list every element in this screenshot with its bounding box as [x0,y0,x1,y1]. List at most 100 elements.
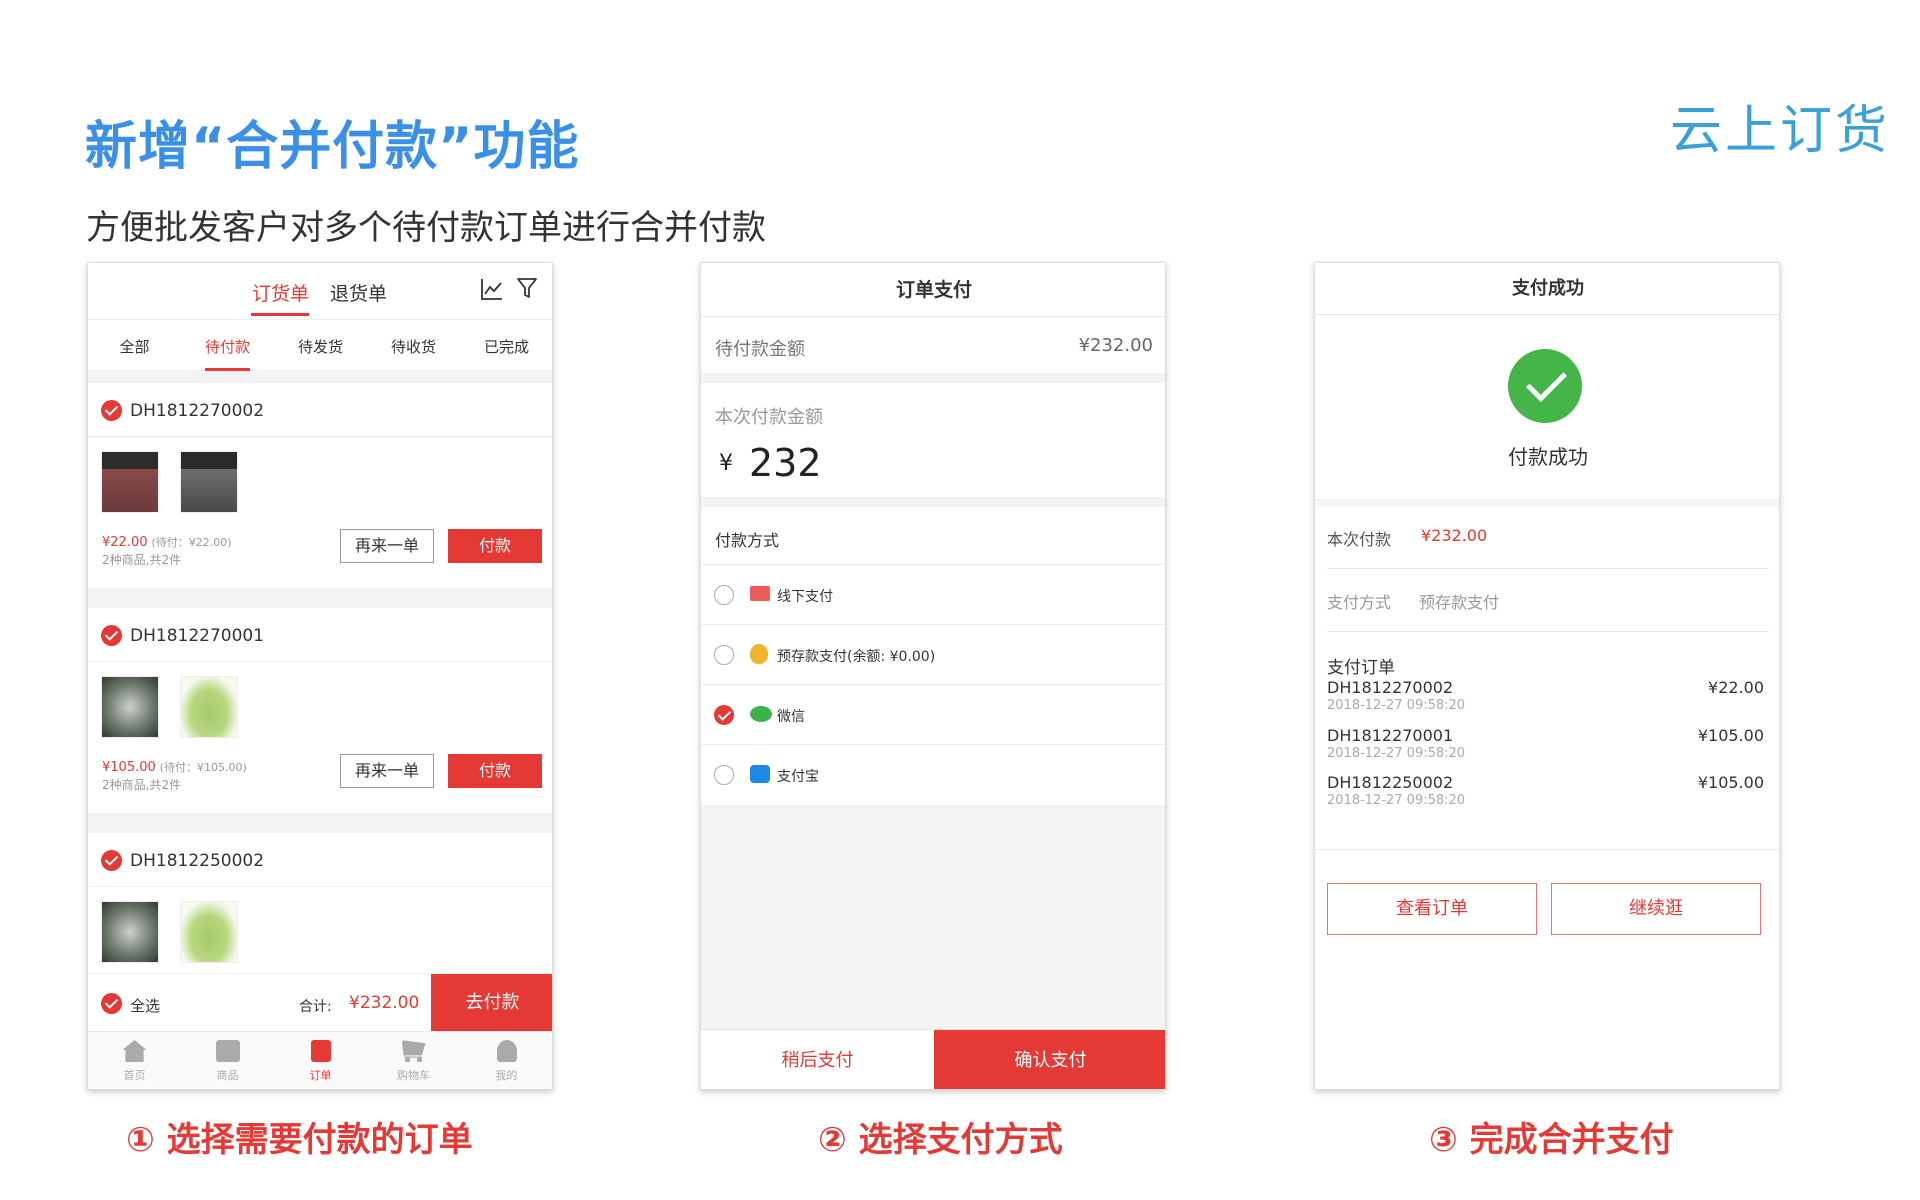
payment-option-offline[interactable]: 线下支付 [701,565,1165,625]
product-thumbnail[interactable] [180,901,238,963]
user-icon [496,1040,517,1062]
order-list-icon [310,1040,331,1062]
success-message: 付款成功 [1508,445,1588,469]
paid-order-number: DH1812270002 [1327,678,1454,697]
total-amount: ¥232.00 [349,993,420,1013]
pay-button[interactable]: 付款 [448,754,542,788]
payment-option-label: 预存款支付(余额: ¥0.00) [777,649,936,665]
pay-later-button[interactable]: 稍后支付 [701,1030,934,1089]
order-card: DH1812250002 [88,833,552,973]
payment-option-alipay[interactable]: 支付宝 [701,745,1165,805]
card-icon [750,586,770,601]
select-all-label[interactable]: 全选 [130,995,160,1016]
paid-order-time: 2018-12-27 09:58:20 [1327,746,1466,761]
status-tab-completed[interactable]: 已完成 [460,336,552,357]
tab-return-orders[interactable]: 退货单 [330,279,387,306]
radio-offline[interactable] [714,585,734,605]
product-thumbnail[interactable] [180,451,238,513]
status-tab-pending-payment[interactable]: 待付款 [181,336,274,357]
money-bag-icon [750,644,768,664]
product-thumbnail[interactable] [101,451,159,513]
pending-amount-label: 待付款金额 [715,339,805,360]
radio-alipay[interactable] [714,765,734,785]
radio-deposit[interactable] [714,645,734,665]
order-card: DH1812270002 ¥22.00 (待付：¥22.00) 2种商品,共2件 … [88,383,552,588]
tab-purchase-orders[interactable]: 订货单 [252,279,309,306]
bag-icon [215,1040,240,1062]
order-card: DH1812270001 ¥105.00 (待付：¥105.00) 2种商品,共2… [88,608,552,813]
order-price: ¥22.00 [102,535,148,550]
chart-icon[interactable] [480,277,504,301]
paid-orders-label: 支付订单 [1327,658,1395,678]
page-title: 新增“合并付款”功能 [85,117,580,177]
product-thumbnail[interactable] [180,676,238,738]
currency-symbol: ¥ [719,451,733,476]
order-payment-screen: 订单支付 待付款金额 ¥232.00 本次付款金额 ¥ 232 付款方式 线下支… [700,262,1166,1090]
page-subtitle: 方便批发客户对多个待付款订单进行合并付款 [86,208,766,248]
order-checkbox[interactable] [101,625,122,646]
order-header: DH1812270002 [88,383,552,437]
row-divider [1327,631,1769,632]
checkout-bar: 全选 合计: ¥232.00 去付款 [88,973,552,1032]
pay-method-value: 预存款支付 [1419,593,1500,612]
section-divider [1315,849,1779,850]
order-item-count: 2种商品,共2件 [102,778,182,792]
cart-icon [401,1040,426,1062]
order-type-tabs: 订货单 退货单 [88,263,552,319]
reorder-button[interactable]: 再来一单 [340,529,434,563]
brand-logo: 云上订货 [1670,101,1891,161]
paid-order-amount: ¥105.00 [1697,726,1764,745]
payment-amount-input[interactable]: 232 [749,441,822,485]
product-thumbnail[interactable] [101,901,159,963]
screen-title: 订单支付 [701,263,1165,317]
status-tab-pending-receipt[interactable]: 待收货 [367,336,460,357]
filter-icon[interactable] [516,277,538,299]
paid-order-number: DH1812270001 [1327,726,1454,745]
row-divider [1327,568,1769,569]
go-pay-button[interactable]: 去付款 [431,974,552,1032]
order-pending-amount: (待付：¥22.00) [151,536,232,549]
payment-success-screen: 支付成功 付款成功 本次付款 ¥232.00 支付方式 预存款支付 支付订单 D… [1314,262,1780,1090]
nav-products[interactable]: 商品 [181,1032,274,1089]
paid-order-time: 2018-12-27 09:58:20 [1327,793,1466,808]
active-tab-underline [251,313,309,316]
order-header: DH1812270001 [88,608,552,662]
alipay-icon [750,765,770,783]
continue-shopping-button[interactable]: 继续逛 [1551,883,1761,935]
order-checkbox[interactable] [101,850,122,871]
order-item-count: 2种商品,共2件 [102,553,182,567]
status-tab-all[interactable]: 全部 [88,336,181,357]
nav-home[interactable]: 首页 [88,1032,181,1089]
pending-amount-row: 待付款金额 ¥232.00 [701,317,1165,373]
reorder-button[interactable]: 再来一单 [340,754,434,788]
screen-title: 支付成功 [1315,263,1779,315]
nav-me[interactable]: 我的 [460,1032,552,1089]
paid-order-amount: ¥22.00 [1708,678,1764,697]
order-number: DH1812250002 [130,851,265,871]
nav-orders[interactable]: 订单 [274,1032,367,1089]
status-tab-pending-shipment[interactable]: 待发货 [274,336,367,357]
pending-amount-value: ¥232.00 [1078,335,1153,356]
payment-method-label: 付款方式 [715,531,780,550]
radio-wechat[interactable] [714,705,734,725]
order-checkbox[interactable] [101,400,122,421]
payment-amount-row: 本次付款金额 ¥ 232 [701,383,1165,497]
bottom-nav: 首页 商品 订单 购物车 我的 [88,1031,552,1089]
nav-cart[interactable]: 购物车 [367,1032,460,1089]
order-price: ¥105.00 [102,760,156,775]
section-divider [1315,499,1779,507]
pay-method-label: 支付方式 [1327,593,1392,612]
payment-option-wechat[interactable]: 微信 [701,685,1165,745]
payment-option-label: 线下支付 [777,589,833,605]
step-caption-2: ② 选择支付方式 [818,1120,1063,1160]
confirm-pay-button[interactable]: 确认支付 [934,1030,1165,1089]
product-thumbnail[interactable] [101,676,159,738]
paid-order-time: 2018-12-27 09:58:20 [1327,698,1466,713]
order-pending-amount: (待付：¥105.00) [159,761,247,774]
view-order-button[interactable]: 查看订单 [1327,883,1537,935]
pay-button[interactable]: 付款 [448,529,542,563]
payment-action-bar: 稍后支付 确认支付 [701,1029,1165,1089]
select-all-checkbox[interactable] [101,993,122,1014]
payment-option-deposit[interactable]: 预存款支付(余额: ¥0.00) [701,625,1165,685]
paid-order-number: DH1812250002 [1327,773,1454,792]
